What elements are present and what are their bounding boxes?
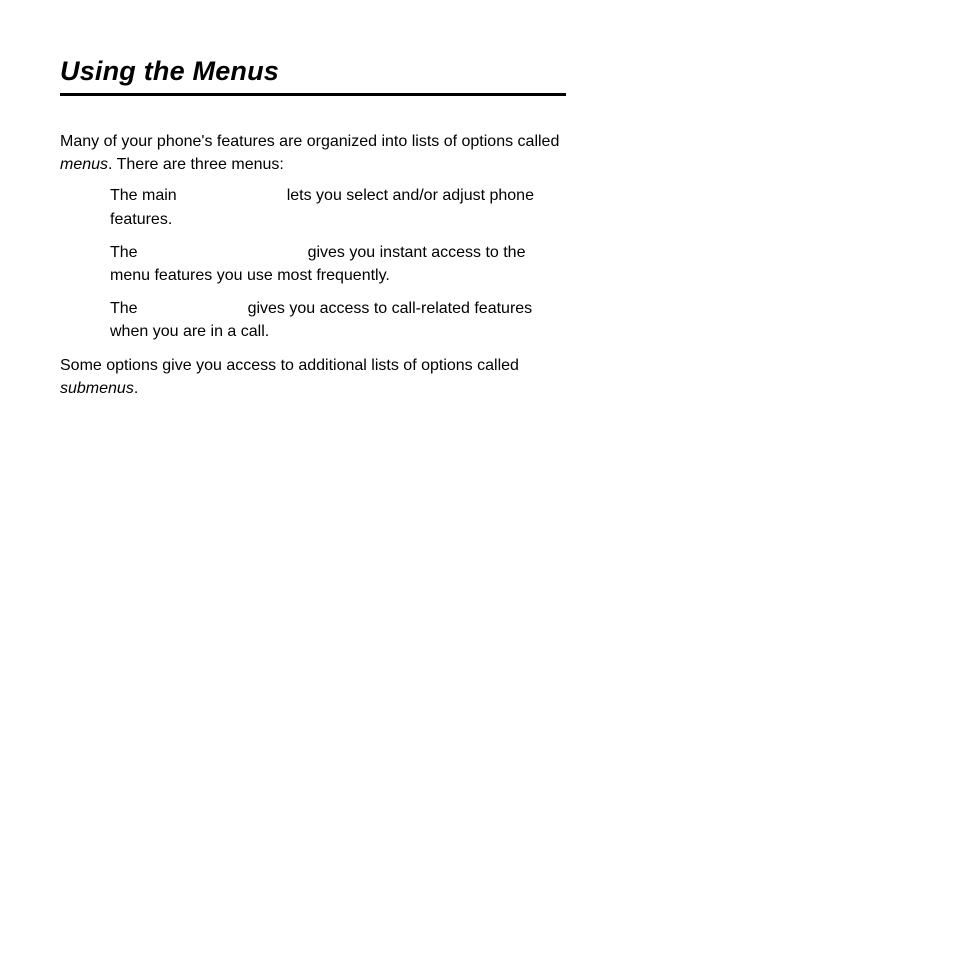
bullet-pre: The main	[110, 187, 177, 204]
heading-rule: Using the Menus	[60, 56, 566, 96]
intro-post: . There are three menus:	[108, 156, 284, 173]
bullet-pre: The	[110, 244, 138, 261]
outro-paragraph: Some options give you access to addition…	[60, 354, 566, 400]
list-item: The mainlets you select and/or adjust ph…	[110, 184, 566, 230]
list-item: Thegives you instant access to the menu …	[110, 241, 566, 287]
outro-pre: Some options give you access to addition…	[60, 357, 519, 374]
page: Using the Menus Many of your phone's fea…	[0, 0, 954, 400]
bullet-pre: The	[110, 300, 138, 317]
body-text: Many of your phone's features are organi…	[60, 130, 566, 400]
intro-paragraph: Many of your phone's features are organi…	[60, 130, 566, 176]
bullet-post: gives you instant access to the menu fea…	[110, 244, 525, 284]
outro-post: .	[134, 380, 138, 397]
intro-pre: Many of your phone's features are organi…	[60, 133, 559, 150]
page-title: Using the Menus	[60, 56, 566, 87]
list-item: Thegives you access to call-related feat…	[110, 297, 566, 343]
bullet-post: gives you access to call-related feature…	[110, 300, 532, 340]
intro-italic: menus	[60, 156, 108, 173]
bullet-list: The mainlets you select and/or adjust ph…	[60, 184, 566, 343]
outro-italic: submenus	[60, 380, 134, 397]
